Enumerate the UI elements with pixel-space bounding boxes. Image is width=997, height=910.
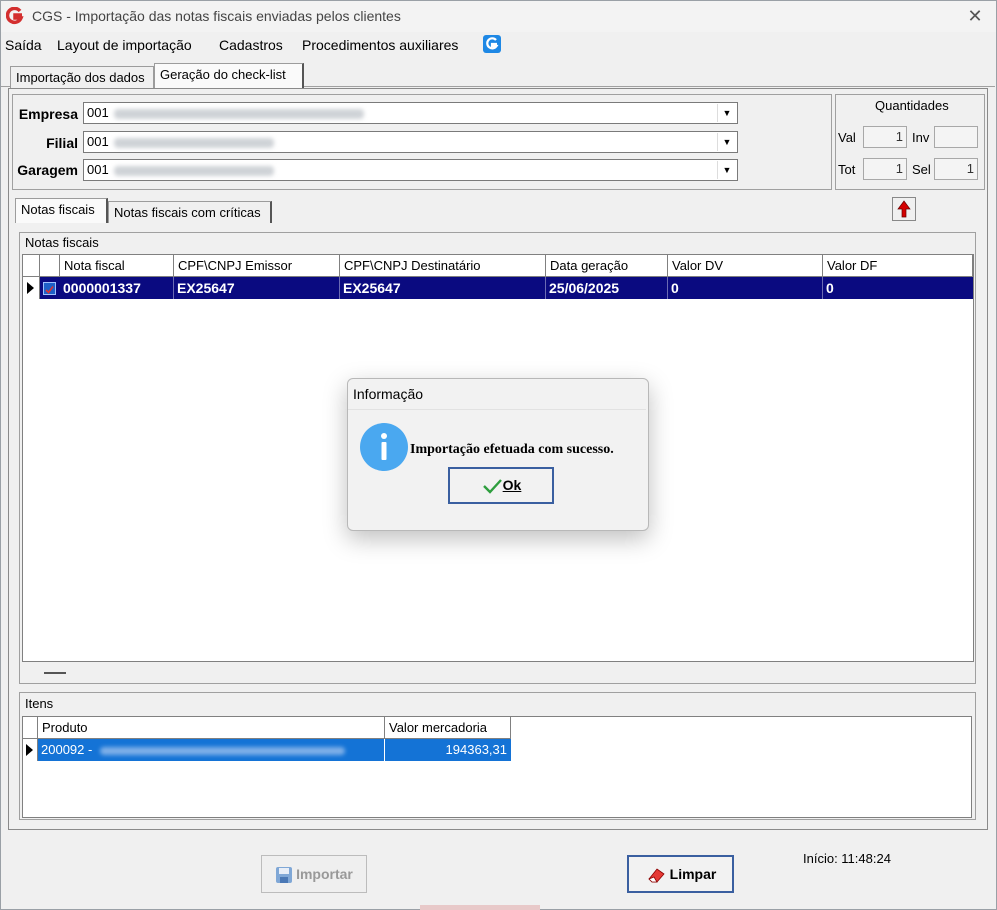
dialog-message: Importação efetuada com sucesso. [410, 442, 614, 457]
cell-valor-df: 0 [826, 280, 834, 296]
menu-cadastros[interactable]: Cadastros [219, 37, 283, 53]
notas-group-title: Notas fiscais [25, 235, 99, 250]
garagem-label: Garagem [17, 162, 78, 178]
inv-label: Inv [912, 130, 930, 145]
val-field: 1 [863, 126, 907, 148]
cell-cnpj-emissor: EX25647 [174, 277, 340, 299]
cell-valor-mercadoria[interactable]: 194363,31 [385, 739, 511, 761]
arrow-up-icon [897, 200, 911, 218]
menu-layout-importacao[interactable]: Layout de importação [57, 37, 192, 53]
filial-label: Filial [46, 135, 78, 151]
limpar-button[interactable]: Limpar [627, 855, 734, 893]
empresa-code: 001 [87, 105, 109, 120]
grid-check-header [40, 255, 60, 277]
grid-indicator-header [23, 255, 40, 277]
bottom-edge-decoration [420, 905, 540, 910]
quantidades-title: Quantidades [875, 98, 949, 113]
menu-saida[interactable]: Saída [5, 37, 42, 53]
col-produto[interactable]: Produto [38, 717, 385, 739]
empresa-redacted [114, 109, 364, 119]
tab-notas-criticas[interactable]: Notas fiscais com críticas [108, 201, 272, 223]
tot-label: Tot [838, 162, 856, 177]
move-up-button[interactable] [892, 197, 916, 221]
filial-redacted [114, 138, 274, 148]
empresa-label: Empresa [18, 106, 78, 122]
sel-label: Sel [912, 162, 931, 177]
eraser-icon [647, 868, 665, 883]
chevron-down-icon[interactable]: ▼ [717, 104, 736, 122]
col-valor-dv[interactable]: Valor DV [668, 255, 823, 277]
empresa-combo[interactable]: 001 ▼ [83, 102, 738, 124]
col-data-geracao[interactable]: Data geração [546, 255, 668, 277]
row-pointer-icon [23, 739, 38, 761]
chevron-down-icon[interactable]: ▼ [717, 161, 736, 179]
ok-button[interactable]: Ok [448, 467, 554, 504]
row-pointer-icon [23, 277, 40, 299]
val-label: Val [838, 130, 856, 145]
garagem-combo[interactable]: 001 ▼ [83, 159, 738, 181]
inicio-time: Início: 11:48:24 [803, 851, 891, 866]
cgs-logo-icon[interactable] [483, 35, 501, 53]
info-icon [360, 423, 408, 471]
tot-field: 1 [863, 158, 907, 180]
limpar-label: Limpar [669, 866, 717, 882]
col-cnpj-emissor[interactable]: CPF\CNPJ Emissor [174, 255, 340, 277]
garagem-redacted [114, 166, 274, 176]
col-valor-mercadoria[interactable]: Valor mercadoria [385, 717, 511, 739]
cell-produto[interactable]: 200092 - [38, 739, 385, 761]
col-valor-df[interactable]: Valor DF [823, 255, 973, 277]
menu-procedimentos-auxiliares[interactable]: Procedimentos auxiliares [302, 37, 458, 53]
produto-code: 200092 - [41, 742, 93, 757]
tab-notas-fiscais[interactable]: Notas fiscais [15, 198, 108, 223]
col-cnpj-destinatario[interactable]: CPF\CNPJ Destinatário [340, 255, 546, 277]
itens-group-title: Itens [25, 696, 54, 711]
importar-button[interactable]: Importar [261, 855, 367, 893]
sel-field: 1 [934, 158, 978, 180]
cell-nota-fiscal: 0000001337 [60, 277, 174, 299]
dialog-divider [348, 409, 646, 410]
ok-label: Ok [502, 477, 522, 493]
chevron-down-icon[interactable]: ▼ [717, 133, 736, 151]
horizontal-scrollbar[interactable] [24, 662, 974, 682]
garagem-code: 001 [87, 162, 109, 177]
filial-combo[interactable]: 001 ▼ [83, 131, 738, 153]
cell-valor-dv: 0 [668, 277, 823, 299]
dialog-title: Informação [353, 386, 424, 402]
cell-data-geracao: 25/06/2025 [546, 277, 668, 299]
tab-geracao-checklist[interactable]: Geração do check-list [154, 63, 304, 88]
importar-label: Importar [296, 866, 353, 882]
info-dialog: Informação Importação efetuada com suces… [347, 378, 649, 531]
filial-code: 001 [87, 134, 109, 149]
check-icon [482, 479, 502, 495]
row-checkbox[interactable] [43, 282, 56, 295]
itens-indicator-header [23, 717, 38, 739]
produto-redacted [99, 746, 345, 755]
checkmark-icon [45, 286, 54, 294]
cell-cnpj-destinatario: EX25647 [340, 277, 546, 299]
scroll-thumb[interactable] [44, 672, 66, 674]
app-logo-icon [6, 7, 24, 25]
close-button[interactable]: ✕ [960, 4, 990, 28]
itens-grid: Produto Valor mercadoria 200092 - 194363… [22, 716, 972, 818]
col-nota-fiscal[interactable]: Nota fiscal [60, 255, 174, 277]
window-title: CGS - Importação das notas fiscais envia… [32, 8, 401, 24]
floppy-disk-icon [276, 867, 293, 884]
inv-field [934, 126, 978, 148]
tab-importacao-dados[interactable]: Importação dos dados [10, 66, 154, 88]
